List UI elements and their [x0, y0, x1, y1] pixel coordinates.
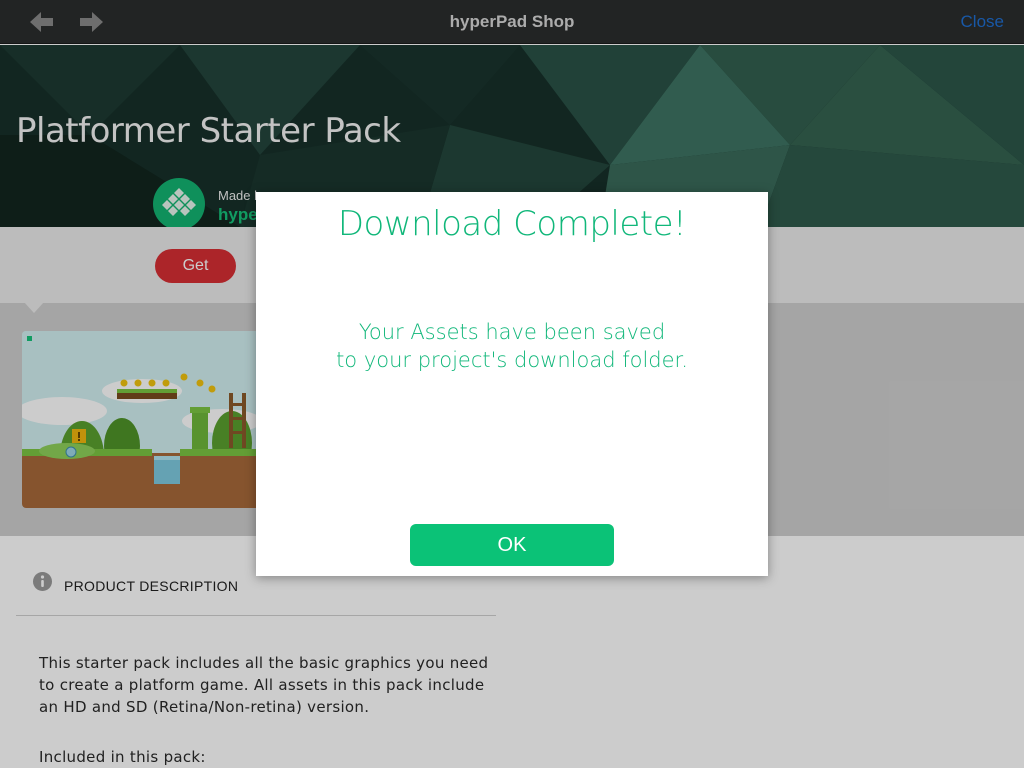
- download-complete-dialog: Download Complete! Your Assets have been…: [256, 192, 768, 576]
- dialog-message-line-2: to your project's download folder.: [336, 348, 688, 372]
- dialog-message-line-1: Your Assets have been saved: [358, 320, 666, 344]
- modal-overlay: Download Complete! Your Assets have been…: [0, 0, 1024, 768]
- ok-button[interactable]: OK: [410, 524, 614, 566]
- dialog-message: Your Assets have been saved to your proj…: [256, 318, 768, 374]
- dialog-title: Download Complete!: [337, 204, 687, 244]
